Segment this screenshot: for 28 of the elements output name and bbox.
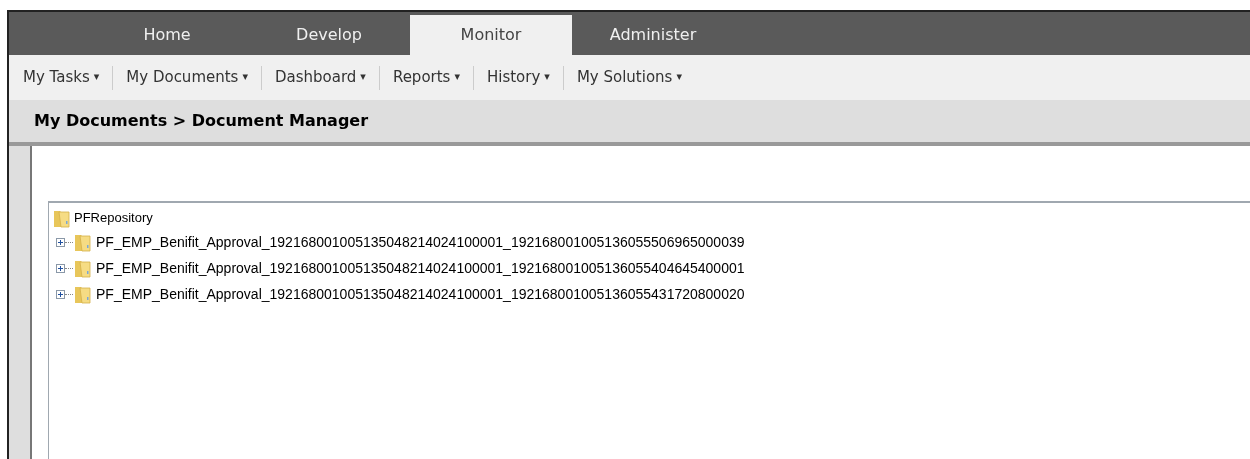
tree-item[interactable]: PFRepository (74, 208, 153, 228)
breadcrumb: My Documents > Document Manager (34, 110, 369, 132)
caret-icon: ▾ (676, 69, 682, 86)
menu-item[interactable]: Reports ▾ (388, 66, 464, 89)
nav-tab[interactable]: Develop (248, 15, 410, 55)
expand-icon[interactable] (56, 263, 65, 273)
folder-icon (74, 232, 92, 252)
caret-icon: ▾ (360, 69, 366, 86)
nav-tab[interactable]: Administer (572, 15, 734, 55)
caret-icon: ▾ (544, 69, 550, 86)
folder-icon (74, 258, 92, 278)
caret-icon: ▾ (242, 69, 248, 86)
menu-item[interactable]: My Tasks ▾ (19, 66, 104, 89)
folder-icon (74, 284, 92, 304)
menu-item[interactable]: My Solutions ▾ (572, 66, 686, 89)
nav-tab[interactable]: Home (86, 15, 248, 55)
expand-icon[interactable] (56, 289, 65, 299)
expand-icon[interactable] (56, 237, 65, 247)
tree-item[interactable]: PF_EMP_Benifit_Approval_192168001005135048214024100001_192168001005136055506965000039 (96, 231, 745, 253)
menu-item[interactable]: My Documents ▾ (122, 66, 252, 89)
menu-item[interactable]: History ▾ (482, 66, 554, 89)
nav-tab[interactable]: Monitor (410, 15, 572, 55)
caret-icon: ▾ (454, 69, 460, 86)
folder-icon (53, 208, 71, 228)
caret-icon: ▾ (93, 69, 100, 86)
menu-item[interactable]: Dashboard ▾ (270, 66, 370, 89)
tree-item[interactable]: PF_EMP_Benifit_Approval_192168001005135048214024100001_192168001005136055431720800020 (96, 283, 745, 305)
tree-item[interactable]: PF_EMP_Benifit_Approval_192168001005135048214024100001_192168001005136055404645400001 (96, 257, 745, 279)
